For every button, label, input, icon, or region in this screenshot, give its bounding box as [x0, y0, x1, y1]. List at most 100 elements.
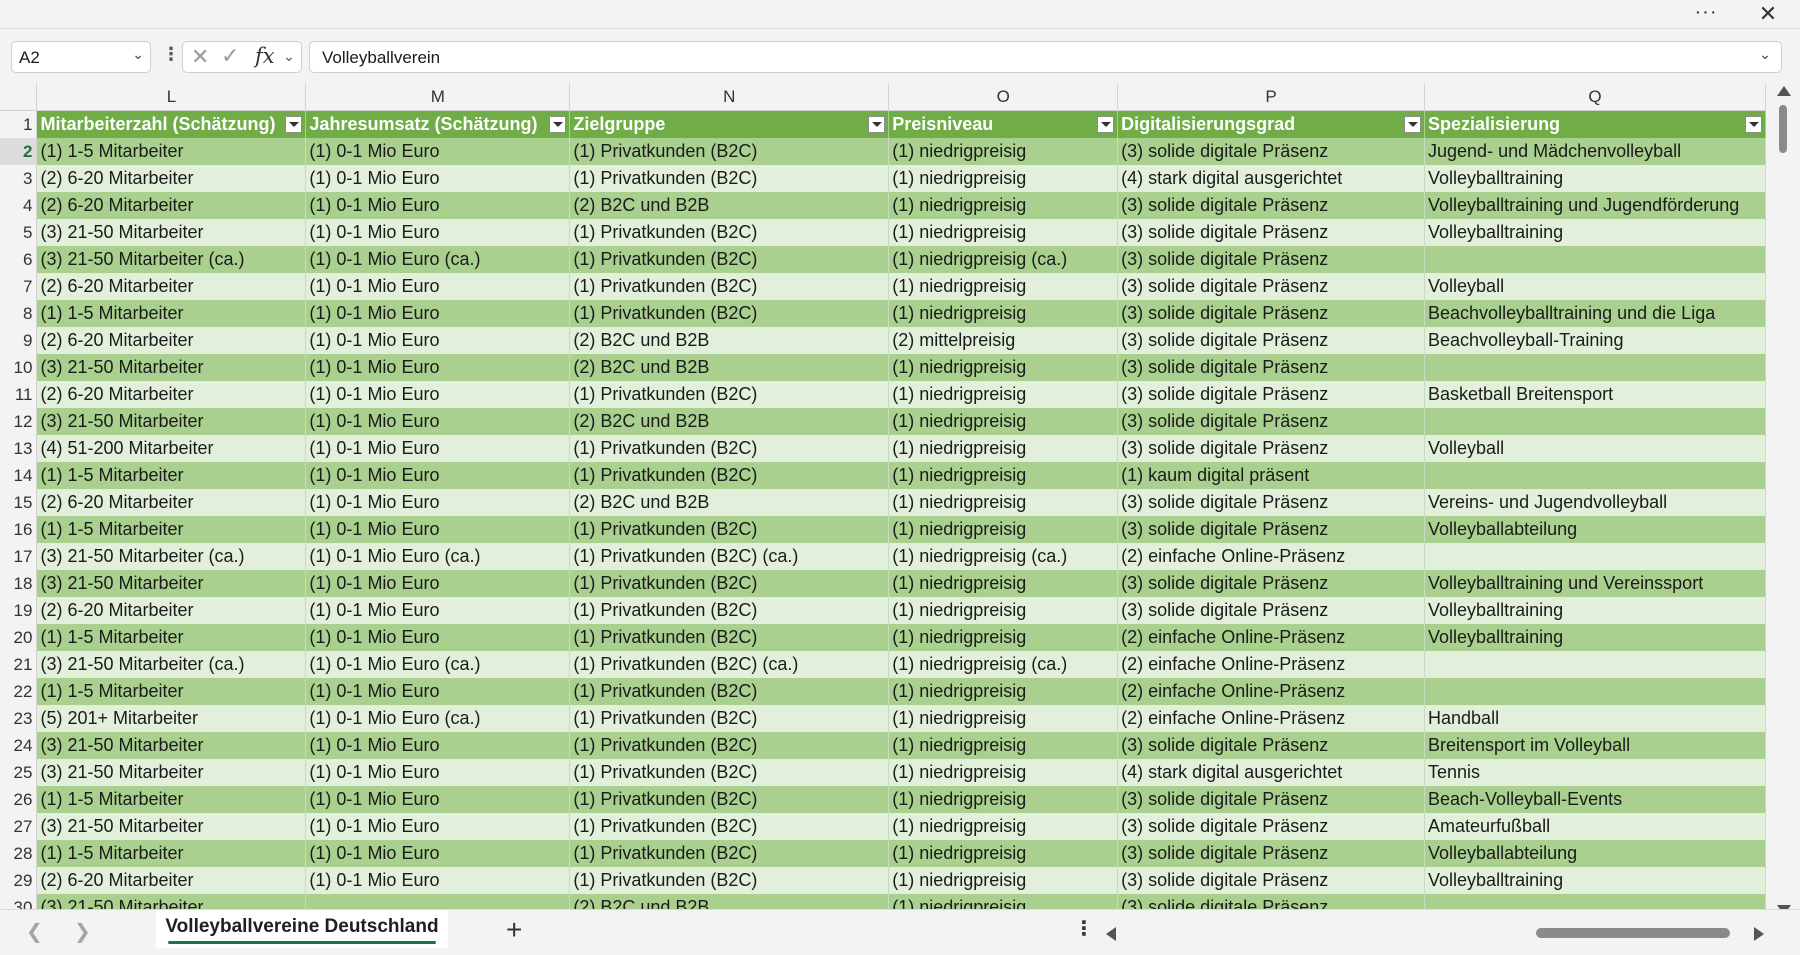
table-cell[interactable]: (2) B2C und B2B [569, 327, 890, 354]
table-cell[interactable]: (2) B2C und B2B [569, 894, 890, 909]
table-cell[interactable]: (2) mittelpreisig [888, 327, 1119, 354]
table-cell[interactable]: (1) 0-1 Mio Euro [305, 300, 571, 327]
table-cell[interactable]: (1) 0-1 Mio Euro (ca.) [305, 651, 571, 678]
table-cell[interactable]: (1) niedrigpreisig [888, 867, 1119, 894]
name-box[interactable]: A2 ⌄ [11, 41, 151, 73]
table-cell[interactable]: Volleyballtraining [1424, 624, 1766, 651]
table-cell[interactable]: (1) niedrigpreisig [888, 408, 1119, 435]
row-number[interactable]: 16 [0, 516, 38, 543]
table-cell[interactable]: (1) Privatkunden (B2C) [569, 705, 890, 732]
filter-dropdown-icon[interactable] [285, 116, 303, 133]
row-number[interactable]: 5 [0, 219, 38, 246]
column-header-cell[interactable]: Zielgruppe [569, 110, 890, 138]
table-cell[interactable] [1424, 894, 1766, 909]
table-cell[interactable]: (3) solide digitale Präsenz [1117, 192, 1426, 219]
table-cell[interactable]: (1) 1-5 Mitarbeiter [36, 300, 307, 327]
formula-input[interactable]: Volleyballverein ⌄ [309, 41, 1782, 73]
table-cell[interactable]: (3) solide digitale Präsenz [1117, 867, 1426, 894]
table-cell[interactable]: (3) solide digitale Präsenz [1117, 219, 1426, 246]
filter-dropdown-icon[interactable] [1097, 116, 1115, 133]
table-cell[interactable]: (1) 1-5 Mitarbeiter [36, 138, 307, 165]
table-cell[interactable]: (3) solide digitale Präsenz [1117, 381, 1426, 408]
row-number[interactable]: 11 [0, 381, 38, 408]
column-letter[interactable]: O [888, 83, 1119, 111]
row-number[interactable]: 9 [0, 327, 38, 354]
table-cell[interactable]: (1) 0-1 Mio Euro [305, 624, 571, 651]
row-number[interactable]: 22 [0, 678, 38, 705]
table-cell[interactable] [1424, 462, 1766, 489]
table-cell[interactable] [1424, 408, 1766, 435]
filter-dropdown-icon[interactable] [1745, 116, 1762, 133]
table-cell[interactable]: (1) 1-5 Mitarbeiter [36, 624, 307, 651]
table-cell[interactable]: (1) 0-1 Mio Euro [305, 435, 571, 462]
table-cell[interactable]: (2) 6-20 Mitarbeiter [36, 273, 307, 300]
table-cell[interactable]: (4) stark digital ausgerichtet [1117, 165, 1426, 192]
table-cell[interactable]: (1) niedrigpreisig [888, 570, 1119, 597]
table-cell[interactable]: (1) 0-1 Mio Euro [305, 219, 571, 246]
table-cell[interactable]: (1) niedrigpreisig [888, 786, 1119, 813]
table-cell[interactable]: (2) 6-20 Mitarbeiter [36, 192, 307, 219]
table-cell[interactable]: (3) solide digitale Präsenz [1117, 489, 1426, 516]
table-cell[interactable]: (1) 1-5 Mitarbeiter [36, 462, 307, 489]
table-cell[interactable]: (3) solide digitale Präsenz [1117, 516, 1426, 543]
table-cell[interactable]: (1) 0-1 Mio Euro [305, 165, 571, 192]
table-cell[interactable]: (3) solide digitale Präsenz [1117, 273, 1426, 300]
table-cell[interactable]: (1) Privatkunden (B2C) [569, 435, 890, 462]
table-cell[interactable]: (5) 201+ Mitarbeiter [36, 705, 307, 732]
row-number[interactable]: 17 [0, 543, 38, 570]
table-cell[interactable]: Volleyballtraining und Jugendförderung [1424, 192, 1766, 219]
tab-bar-options-icon[interactable]: ⋮ [1074, 916, 1094, 941]
column-letter[interactable]: P [1117, 83, 1426, 111]
table-cell[interactable]: (3) solide digitale Präsenz [1117, 570, 1426, 597]
table-cell[interactable]: (1) niedrigpreisig [888, 516, 1119, 543]
filter-dropdown-icon[interactable] [1404, 116, 1422, 133]
table-cell[interactable]: Volleyballtraining [1424, 219, 1766, 246]
table-cell[interactable]: (1) Privatkunden (B2C) [569, 813, 890, 840]
row-number[interactable]: 18 [0, 570, 38, 597]
table-cell[interactable]: (3) solide digitale Präsenz [1117, 732, 1426, 759]
chevron-down-icon[interactable]: ⌄ [132, 46, 144, 63]
table-cell[interactable]: (1) 0-1 Mio Euro (ca.) [305, 705, 571, 732]
table-cell[interactable]: (4) 51-200 Mitarbeiter [36, 435, 307, 462]
table-cell[interactable]: (1) 1-5 Mitarbeiter [36, 786, 307, 813]
table-cell[interactable]: (1) niedrigpreisig [888, 435, 1119, 462]
table-cell[interactable]: (1) 0-1 Mio Euro [305, 678, 571, 705]
add-sheet-button[interactable]: + [506, 914, 522, 946]
table-cell[interactable]: (3) solide digitale Präsenz [1117, 894, 1426, 909]
row-number[interactable]: 21 [0, 651, 38, 678]
filter-dropdown-icon[interactable] [868, 116, 886, 133]
formula-bar-options-icon[interactable]: ⋮ [162, 44, 180, 65]
table-cell[interactable]: (1) 0-1 Mio Euro [305, 597, 571, 624]
row-number[interactable]: 24 [0, 732, 38, 759]
table-cell[interactable]: (1) 1-5 Mitarbeiter [36, 678, 307, 705]
table-cell[interactable]: (1) Privatkunden (B2C) [569, 273, 890, 300]
table-cell[interactable]: (1) Privatkunden (B2C) [569, 246, 890, 273]
table-cell[interactable]: (1) niedrigpreisig [888, 597, 1119, 624]
table-cell[interactable]: (1) niedrigpreisig [888, 489, 1119, 516]
table-cell[interactable]: (3) solide digitale Präsenz [1117, 327, 1426, 354]
table-cell[interactable]: (2) B2C und B2B [569, 489, 890, 516]
table-cell[interactable]: (1) niedrigpreisig [888, 165, 1119, 192]
select-all-corner[interactable] [0, 83, 38, 111]
table-cell[interactable]: Beachvolleyballtraining und die Liga [1424, 300, 1766, 327]
table-cell[interactable]: (3) 21-50 Mitarbeiter (ca.) [36, 651, 307, 678]
table-cell[interactable]: (1) 0-1 Mio Euro [305, 381, 571, 408]
table-cell[interactable] [1424, 678, 1766, 705]
column-letter[interactable]: M [305, 83, 571, 111]
table-cell[interactable]: Volleyball [1424, 273, 1766, 300]
cancel-icon[interactable]: ✕ [191, 44, 209, 70]
table-cell[interactable]: (3) 21-50 Mitarbeiter [36, 219, 307, 246]
spreadsheet-grid[interactable]: L M N O P Q 1 Mitarbeiterzahl (Schätzung) Jahres… [0, 83, 1766, 909]
table-cell[interactable]: (2) 6-20 Mitarbeiter [36, 597, 307, 624]
table-cell[interactable]: (1) Privatkunden (B2C) [569, 570, 890, 597]
row-number[interactable]: 15 [0, 489, 38, 516]
row-number[interactable]: 7 [0, 273, 38, 300]
table-cell[interactable]: Amateurfußball [1424, 813, 1766, 840]
table-cell[interactable]: (1) niedrigpreisig (ca.) [888, 651, 1119, 678]
row-number[interactable]: 6 [0, 246, 38, 273]
row-number[interactable]: 27 [0, 813, 38, 840]
table-cell[interactable]: (2) B2C und B2B [569, 354, 890, 381]
row-number[interactable]: 26 [0, 786, 38, 813]
table-cell[interactable]: (2) 6-20 Mitarbeiter [36, 381, 307, 408]
table-cell[interactable]: (1) Privatkunden (B2C) [569, 462, 890, 489]
